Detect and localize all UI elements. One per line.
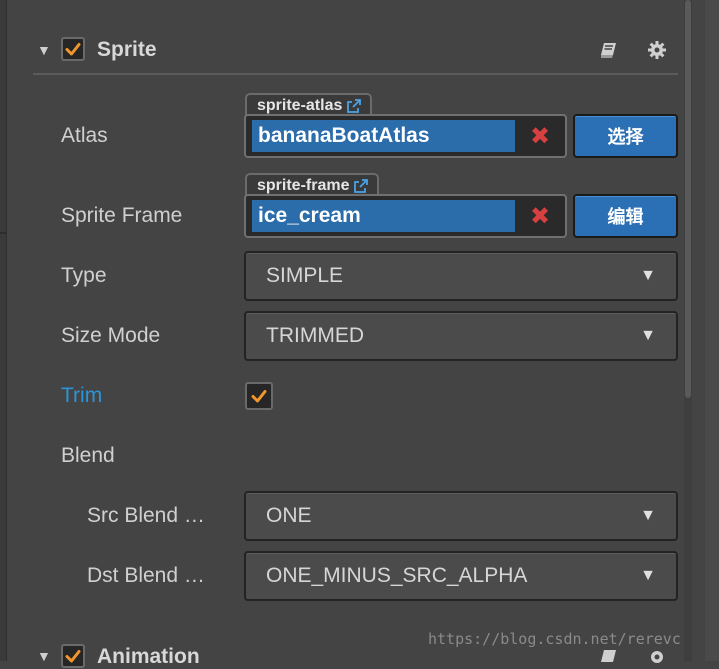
left-panel-divider (0, 232, 6, 234)
dst-blend-label: Dst Blend … (87, 564, 205, 587)
book-icon[interactable] (599, 40, 619, 60)
header-separator (33, 73, 678, 75)
sprite-frame-edit-button[interactable]: 编辑 (573, 194, 678, 238)
atlas-asset-field[interactable]: bananaBoatAtlas (252, 120, 515, 152)
right-panel-edge (705, 0, 719, 661)
src-blend-select-value: ONE (266, 504, 312, 527)
atlas-clear-icon[interactable]: ✖ (525, 121, 555, 151)
collapse-arrow-icon[interactable]: ▼ (37, 648, 51, 664)
sprite-enabled-checkbox[interactable] (61, 37, 85, 61)
gear-icon[interactable] (647, 647, 667, 667)
size-mode-select[interactable]: TRIMMED ▼ (244, 311, 678, 361)
sprite-frame-asset-type-label: sprite-frame (257, 177, 350, 194)
animation-component-title: Animation (97, 645, 200, 668)
dst-blend-select[interactable]: ONE_MINUS_SRC_ALPHA ▼ (244, 551, 678, 601)
sprite-frame-clear-icon[interactable]: ✖ (525, 201, 555, 231)
dropdown-arrow-icon: ▼ (640, 327, 656, 344)
src-blend-select[interactable]: ONE ▼ (244, 491, 678, 541)
atlas-asset-type-label: sprite-atlas (257, 97, 343, 114)
src-blend-label: Src Blend … (87, 504, 205, 527)
trim-checkbox[interactable] (245, 382, 273, 410)
sprite-frame-asset-field[interactable]: ice_cream (252, 200, 515, 232)
external-link-icon[interactable] (353, 178, 369, 194)
blend-label: Blend (61, 444, 115, 467)
dropdown-arrow-icon: ▼ (640, 507, 656, 524)
animation-enabled-checkbox[interactable] (61, 644, 85, 668)
atlas-label: Atlas (61, 124, 108, 147)
scrollbar-thumb[interactable] (685, 0, 691, 398)
collapse-arrow-icon[interactable]: ▼ (37, 42, 51, 58)
dst-blend-select-value: ONE_MINUS_SRC_ALPHA (266, 564, 528, 587)
type-select-value: SIMPLE (266, 264, 344, 287)
component-title: Sprite (97, 38, 157, 61)
size-mode-label: Size Mode (61, 324, 161, 347)
type-label: Type (61, 264, 107, 287)
left-panel-edge (0, 0, 7, 661)
trim-label: Trim (61, 384, 103, 407)
atlas-select-button[interactable]: 选择 (573, 114, 678, 158)
gear-icon[interactable] (647, 40, 667, 60)
dropdown-arrow-icon: ▼ (640, 267, 656, 284)
watermark: https://blog.csdn.net/rerevc (428, 630, 681, 648)
type-select[interactable]: SIMPLE ▼ (244, 251, 678, 301)
book-icon[interactable] (599, 647, 619, 667)
sprite-frame-label: Sprite Frame (61, 204, 183, 227)
size-mode-select-value: TRIMMED (266, 324, 364, 347)
external-link-icon[interactable] (346, 98, 362, 114)
dropdown-arrow-icon: ▼ (640, 567, 656, 584)
